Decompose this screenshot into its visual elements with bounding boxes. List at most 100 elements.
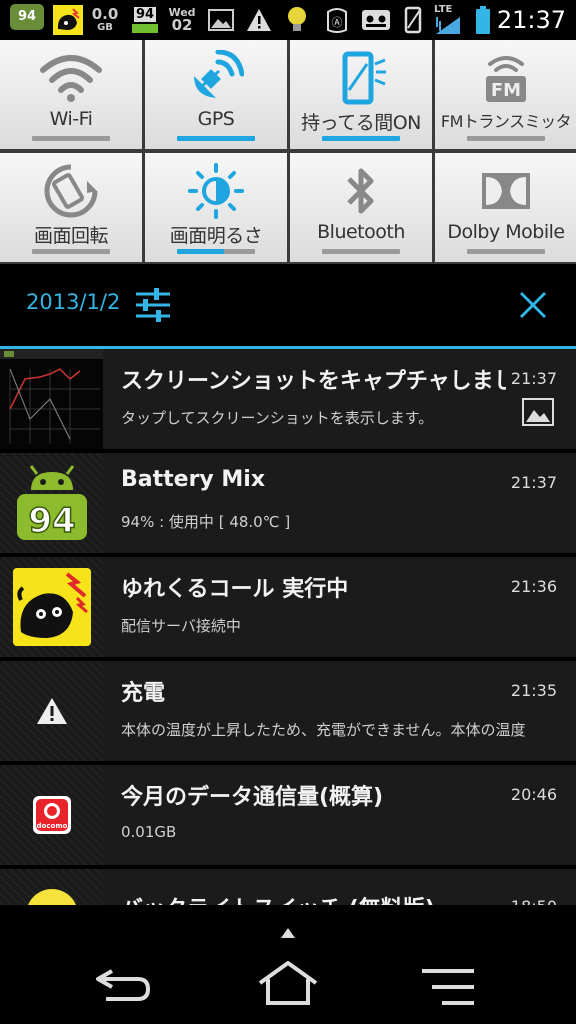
notification-text: タップしてスクリーンショットを表示します。 [121, 409, 434, 427]
tile-rotation[interactable]: 画面回転 [0, 153, 142, 262]
notification-time: 18:50 [511, 897, 557, 905]
screenshot-thumbnail [0, 349, 103, 449]
battery-status-icon [470, 4, 496, 36]
tile-bluetooth[interactable]: Bluetooth [290, 153, 432, 262]
tile-hold-on-label: 持ってる間ON [301, 112, 421, 134]
tile-gps-indicator [177, 136, 255, 141]
data-usage-value: 0.0 [91, 5, 119, 23]
phone-hold-icon [290, 50, 432, 106]
svg-text:Ⓐ: Ⓐ [332, 16, 343, 29]
notification-title: バックライトスイッチ (無料版) [121, 891, 506, 905]
image-icon [521, 395, 555, 429]
tile-wifi-label: Wi-Fi [49, 108, 93, 130]
notification-backlight-switch[interactable]: バックライトスイッチ (無料版) 18:50 [0, 869, 576, 905]
data-usage-status: 0.0 GB [90, 4, 120, 36]
notification-text: 配信サーバ接続中 [121, 617, 241, 635]
tile-dolby-indicator [467, 249, 545, 254]
notification-title: Battery Mix [121, 467, 266, 492]
wifi-icon [0, 50, 142, 106]
yurekuru-status-icon [52, 4, 84, 36]
tile-fm-transmitter[interactable]: FM FMトランスミッタ [435, 40, 576, 149]
signal-status-icon: LTE [434, 4, 464, 36]
tile-rotation-label: 画面回転 [33, 225, 109, 247]
status-time: 21:37 [496, 6, 566, 34]
notification-text: 94% : 使用中 [ 48.0℃ ] [121, 513, 291, 531]
battery-mix-icon-number: 94 [28, 501, 75, 541]
notification-time: 20:46 [510, 785, 557, 804]
brightness-icon [145, 163, 287, 219]
tile-gps[interactable]: GPS [145, 40, 287, 149]
notification-charging[interactable]: 充電 21:35 本体の温度が上昇したため、充電ができません。本体の温度 [0, 661, 576, 763]
dolby-icon [435, 163, 576, 219]
tile-wifi-indicator [32, 136, 110, 141]
battery-mix-app-icon: 94 [0, 453, 103, 553]
bluetooth-icon [290, 163, 432, 219]
tile-hold-on-indicator [322, 136, 400, 141]
header-date: 2013/1/2 [26, 290, 121, 314]
network-type-label: LTE [434, 4, 453, 15]
yurekuru-app-icon [0, 557, 103, 657]
notification-header: 2013/1/2 [0, 264, 576, 346]
image-status-icon [206, 4, 236, 36]
battery-level-badge: 94 [133, 7, 157, 22]
clear-all-close-icon[interactable] [514, 286, 552, 324]
navigation-bar [0, 905, 576, 1024]
satellite-icon [145, 50, 287, 106]
tile-brightness-label: 画面明るさ [169, 225, 263, 247]
warning-status-icon [244, 4, 274, 36]
notification-text: 本体の温度が上昇したため、充電ができません。本体の温度 [121, 721, 526, 739]
tile-gps-label: GPS [197, 108, 235, 130]
notification-time: 21:37 [510, 473, 557, 492]
notification-yurekuru[interactable]: ゆれくるコール 実行中 21:36 配信サーバ接続中 [0, 557, 576, 659]
fm-radio-icon: FM [435, 50, 576, 106]
notification-title: 充電 [121, 681, 166, 706]
tile-wifi[interactable]: Wi-Fi [0, 40, 142, 149]
tile-hold-on[interactable]: 持ってる間ON [290, 40, 432, 149]
calendar-day: 02 [171, 16, 193, 34]
docomo-logo-text: docomo [36, 822, 67, 830]
clipboard-status-icon: Ⓐ [322, 4, 352, 36]
vibrate-status-icon [400, 4, 428, 36]
notification-title: 今月のデータ通信量(概算) [121, 785, 384, 810]
notification-time: 21:37 [510, 369, 557, 388]
tile-bluetooth-label: Bluetooth [317, 221, 405, 243]
tile-fm-transmitter-indicator [467, 136, 545, 141]
notification-data-usage[interactable]: docomo 今月のデータ通信量(概算) 20:46 0.01GB [0, 765, 576, 867]
svg-text:FM: FM [491, 80, 521, 101]
tile-bluetooth-indicator [322, 249, 400, 254]
tile-brightness-indicator [177, 249, 255, 254]
battery-mix-status-icon: 94 [10, 4, 44, 30]
notification-title: スクリーンショットをキャプチャしました [121, 369, 506, 394]
tile-dolby[interactable]: Dolby Mobile [435, 153, 576, 262]
bulb-app-icon [0, 869, 103, 905]
battery-level-bar [132, 24, 158, 33]
notification-text: 0.01GB [121, 823, 177, 841]
battery-level-status: 94 [130, 4, 160, 36]
back-button[interactable] [92, 963, 156, 1007]
bulb-status-icon [282, 4, 312, 36]
tile-brightness[interactable]: 画面明るさ [145, 153, 287, 262]
data-usage-unit: GB [97, 22, 113, 33]
quick-settings-panel: Wi-Fi GPS 持ってる間ON FM FMトランスミッタ 画面回転 画面明る… [0, 40, 576, 264]
notification-time: 21:36 [510, 577, 557, 596]
tile-rotation-indicator [32, 249, 110, 254]
status-bar: 94 0.0 GB 94 Wed 02 Ⓐ LTE 21:37 [0, 0, 576, 40]
notification-battery-mix[interactable]: 94 Battery Mix 21:37 94% : 使用中 [ 48.0℃ ] [0, 453, 576, 555]
screen-rotation-icon [0, 163, 142, 219]
menu-button[interactable] [420, 965, 476, 1009]
battery-mix-status-level: 94 [17, 9, 37, 24]
calendar-status-icon: Wed 02 [165, 4, 199, 36]
docomo-app-icon: docomo [0, 765, 103, 865]
home-button[interactable] [254, 959, 322, 1009]
notification-time: 21:35 [510, 681, 557, 700]
home-icon [258, 961, 318, 1005]
back-arrow-icon [96, 969, 151, 1001]
tile-fm-transmitter-label: FMトランスミッタ [440, 112, 572, 131]
notification-title: ゆれくるコール 実行中 [121, 577, 349, 602]
settings-sliders-icon[interactable] [134, 286, 172, 324]
notification-screenshot[interactable]: スクリーンショットをキャプチャしました 21:37 タップしてスクリーンショット… [0, 349, 576, 451]
warning-icon [0, 661, 103, 761]
voicemail-status-icon [360, 4, 392, 36]
collapse-handle-icon[interactable] [278, 925, 298, 941]
tile-dolby-label: Dolby Mobile [447, 221, 565, 243]
